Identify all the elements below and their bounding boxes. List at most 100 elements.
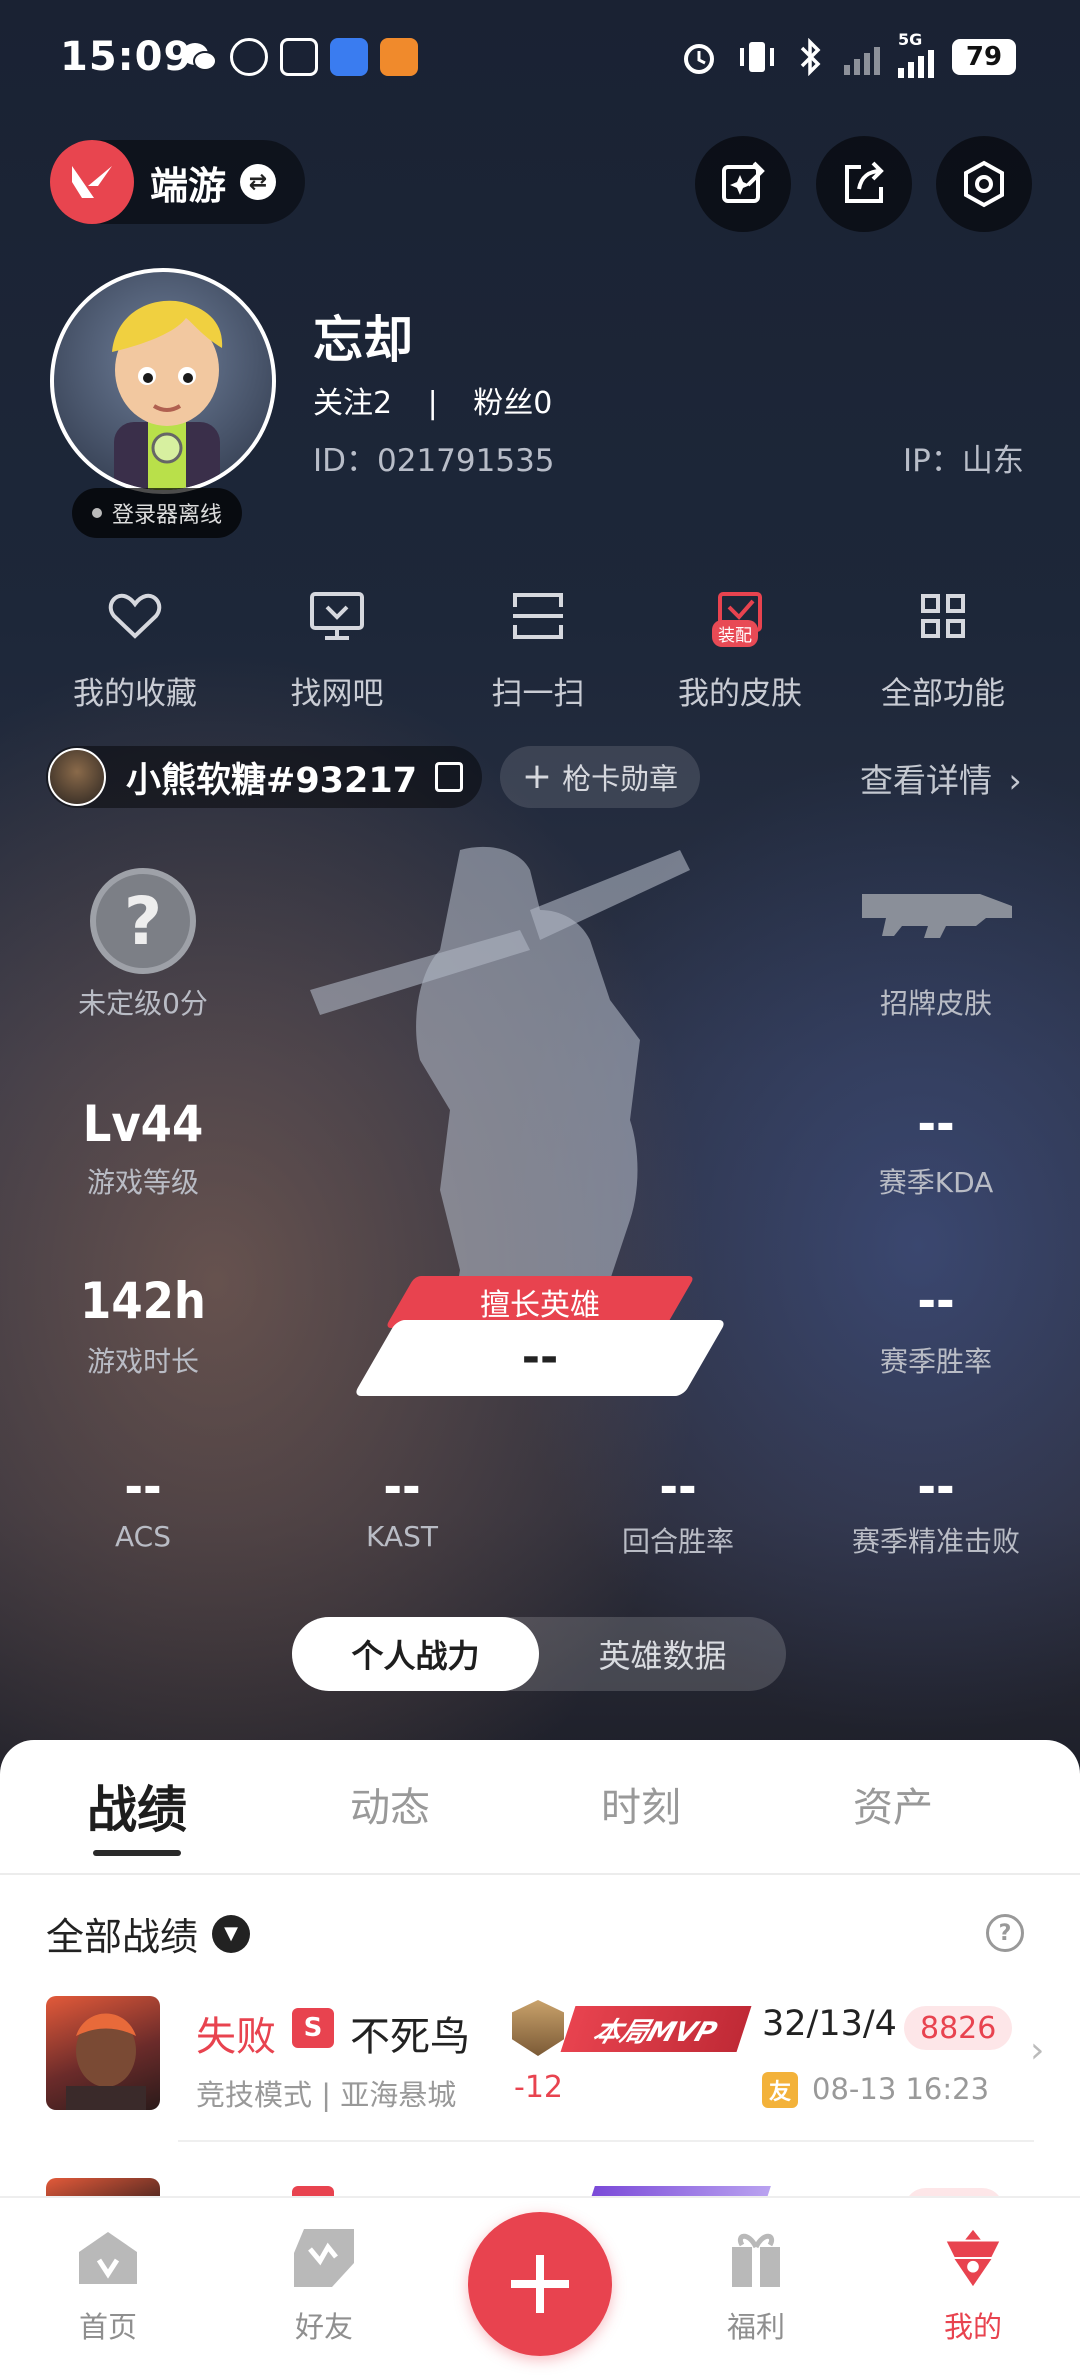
profile-icon — [941, 2226, 1005, 2290]
acs-value: -- — [124, 1458, 162, 1516]
avatar-character-image — [112, 300, 223, 490]
status-time: 15:09 — [60, 34, 193, 80]
skin-badge: 装配 — [712, 620, 758, 647]
nav-label: 好友 — [294, 2310, 353, 2344]
fav-hero-tag: 擅长英雄 — [480, 1288, 600, 1323]
gift-icon — [724, 2226, 788, 2290]
tab-assets[interactable]: 资产 — [793, 1775, 993, 1833]
shortcut-all-features[interactable]: 全部功能 — [858, 586, 1028, 713]
acs-label: ACS — [115, 1520, 171, 1553]
tab-feed[interactable]: 动态 — [290, 1775, 490, 1833]
create-post-button[interactable] — [468, 2212, 612, 2356]
riot-id-name: 小熊软糖#93217 — [126, 760, 418, 801]
shortcut-label: 我的收藏 — [73, 676, 197, 712]
season-winrate-label: 赛季胜率 — [879, 1345, 992, 1378]
tab-divider — [0, 1873, 1080, 1875]
riot-id-pill[interactable]: 小熊软糖#93217 — [46, 746, 482, 808]
shortcut-label: 全部功能 — [881, 676, 1005, 712]
share-button[interactable] — [816, 136, 912, 232]
round-winrate-label: 回合胜率 — [621, 1525, 734, 1558]
alipay-icon — [280, 38, 318, 76]
swap-icon: ⇄ — [240, 164, 277, 200]
card-medal-label: 枪卡勋章 — [562, 762, 679, 796]
match-score: 8826 — [904, 2006, 1013, 2050]
home-icon — [76, 2226, 140, 2290]
game-switcher[interactable]: 端游 ⇄ — [50, 140, 305, 224]
app-icon — [230, 38, 268, 76]
chevron-right-icon: › — [1008, 761, 1022, 800]
avatar[interactable] — [50, 268, 276, 494]
nav-friends[interactable]: 好友 — [244, 2226, 404, 2346]
grid-icon — [913, 586, 973, 646]
nav-home[interactable]: 首页 — [28, 2226, 188, 2346]
shortcut-label: 扫一扫 — [491, 676, 585, 712]
view-details-label: 查看详情 — [860, 761, 992, 800]
unranked-icon[interactable]: ? — [90, 868, 196, 974]
plus-icon: + — [521, 756, 553, 797]
rank-label: 未定级0分 — [78, 987, 208, 1020]
settings-hex-icon — [964, 160, 1004, 208]
shortcut-label: 我的皮肤 — [678, 676, 802, 712]
fans-count[interactable]: 粉丝0 — [473, 386, 552, 421]
segment-hero-data[interactable]: 英雄数据 — [539, 1617, 786, 1691]
alarm-icon — [684, 44, 714, 74]
friends-icon — [292, 2226, 356, 2290]
ip-location: IP：山东 — [903, 443, 1024, 479]
vibrate-icon — [740, 42, 774, 72]
kast-label: KAST — [366, 1520, 438, 1553]
monitor-icon — [307, 586, 367, 646]
nav-benefits[interactable]: 福利 — [676, 2226, 836, 2346]
signature-skin-label: 招牌皮肤 — [879, 987, 992, 1020]
rank-question-mark: ? — [123, 882, 163, 960]
plus-icon — [511, 2255, 569, 2313]
scan-icon — [508, 586, 568, 646]
shortcut-skins[interactable]: 装配 我的皮肤 — [655, 586, 825, 713]
heart-icon — [105, 586, 165, 646]
tab-records[interactable]: 战绩 — [37, 1770, 237, 1842]
status-dot — [92, 508, 102, 518]
season-headshot-label: 赛季精准击败 — [851, 1525, 1020, 1558]
match-date: 08-13 16:23 — [812, 2072, 990, 2106]
settings-button[interactable] — [936, 136, 1032, 232]
battery-indicator: 79 — [952, 39, 1016, 75]
taobao-icon — [380, 38, 418, 76]
5g-signal-icon: 5G — [898, 30, 934, 78]
follow-count[interactable]: 关注2 — [313, 386, 392, 421]
match-agent-name: 不死鸟 — [350, 2014, 470, 2060]
match-kda: 32/13/4 — [762, 2004, 897, 2044]
follow-separator: | — [427, 386, 438, 421]
game-level-label: 游戏等级 — [86, 1166, 199, 1199]
agent-silhouette — [310, 846, 690, 1380]
nav-label: 我的 — [943, 2310, 1002, 2344]
help-icon[interactable]: ? — [986, 1914, 1024, 1952]
tab-moments[interactable]: 时刻 — [541, 1775, 741, 1833]
chevron-right-icon[interactable]: › — [1030, 2030, 1044, 2071]
round-winrate-value: -- — [659, 1458, 697, 1516]
card-medal-button[interactable]: + 枪卡勋章 — [500, 746, 700, 808]
view-details-link[interactable]: 查看详情 › — [860, 754, 1022, 802]
nav-profile[interactable]: 我的 — [893, 2226, 1053, 2346]
shortcut-favorites[interactable]: 我的收藏 — [50, 586, 220, 713]
status-system-icons: 5G 79 — [680, 30, 1016, 78]
records-filter[interactable]: 全部战绩 ▼ — [46, 1906, 251, 1961]
user-name: 忘却 — [313, 311, 413, 369]
fav-hero-value: -- — [521, 1332, 559, 1383]
login-status-text: 登录器离线 — [112, 503, 223, 528]
shortcut-scan[interactable]: 扫一扫 — [453, 586, 623, 713]
edit-sparkle-icon — [722, 161, 765, 203]
match-agent-avatar — [46, 1996, 160, 2110]
bluetooth-icon — [800, 38, 821, 76]
login-status-badge: 登录器离线 — [72, 488, 243, 538]
play-time-value: 142h — [80, 1272, 206, 1330]
shortcut-net-cafe[interactable]: 找网吧 — [252, 586, 422, 713]
rifle-icon — [862, 894, 1012, 938]
rank-delta: -12 — [514, 2070, 563, 2105]
user-id: ID：021791535 — [313, 443, 555, 479]
segment-personal-power[interactable]: 个人战力 — [292, 1617, 539, 1691]
edit-button[interactable] — [695, 136, 791, 232]
copy-icon[interactable] — [435, 762, 464, 792]
records-filter-label: 全部战绩 — [46, 1915, 199, 1959]
friend-tag: 友 — [762, 2072, 798, 2108]
bluetooth-app-icon — [330, 38, 368, 76]
wechat-icon — [180, 38, 218, 76]
